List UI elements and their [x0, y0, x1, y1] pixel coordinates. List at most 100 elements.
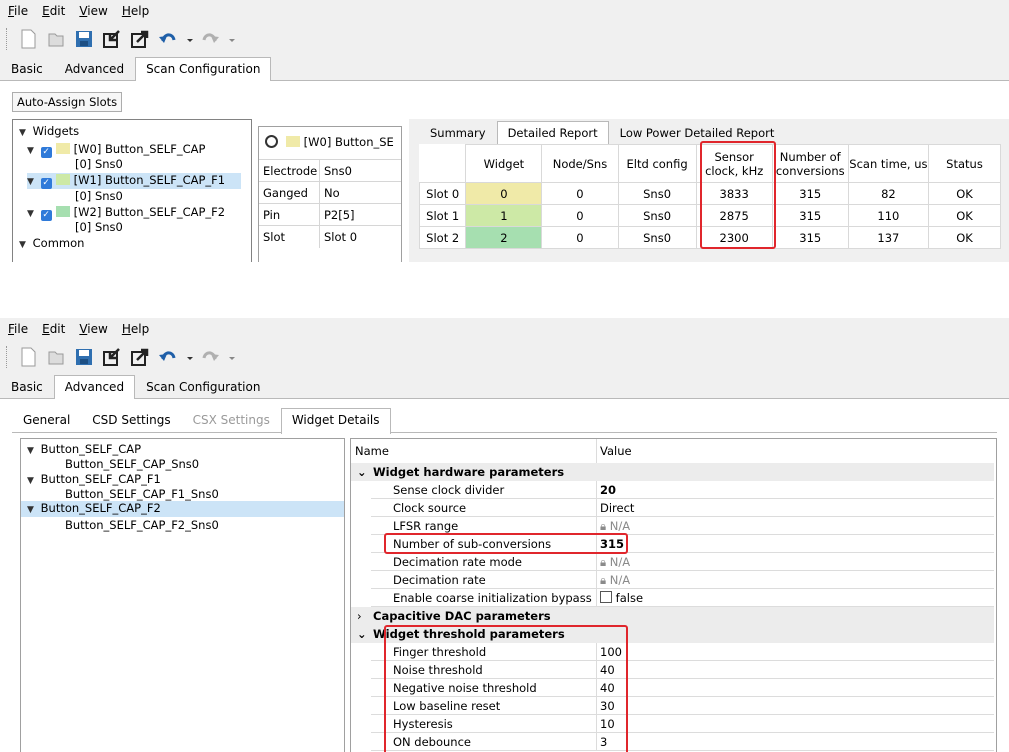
undo-icon[interactable]: [156, 345, 180, 369]
group-threshold[interactable]: ⌄ Widget threshold parameters: [351, 625, 994, 643]
tab-csx-settings[interactable]: CSX Settings: [182, 408, 281, 432]
undo-dropdown-icon[interactable]: [184, 345, 194, 369]
tree-w1-sns[interactable]: [0] Sns0: [75, 189, 123, 203]
param-row[interactable]: Sense clock divider 20: [351, 481, 994, 499]
tree-w0-sns[interactable]: [0] Sns0: [75, 157, 123, 171]
tree-subitem[interactable]: Button_SELF_CAP_F2_Sns0: [65, 518, 219, 532]
menu-file[interactable]: File: [8, 322, 28, 336]
tree-subitem[interactable]: Button_SELF_CAP_Sns0: [65, 457, 199, 471]
param-value[interactable]: 30: [596, 697, 996, 715]
param-row[interactable]: Number of sub-conversions 315: [351, 535, 994, 553]
param-row[interactable]: Finger threshold 100: [351, 643, 994, 661]
radio-icon[interactable]: [265, 135, 278, 148]
checkbox-checked-icon[interactable]: ✓: [40, 210, 52, 221]
tab-widget-details[interactable]: Widget Details: [280, 408, 391, 434]
redo-dropdown-icon[interactable]: [226, 345, 236, 369]
param-row[interactable]: Hysteresis 10: [351, 715, 994, 733]
param-row[interactable]: Clock source Direct: [351, 499, 994, 517]
tab-detailed-report[interactable]: Detailed Report: [496, 121, 609, 144]
prop-value[interactable]: Sns0: [319, 160, 352, 182]
param-row[interactable]: Enable coarse initialization bypass fals…: [351, 589, 994, 607]
menu-edit[interactable]: Edit: [42, 4, 65, 18]
param-value[interactable]: 10: [596, 715, 996, 733]
auto-assign-slots-button[interactable]: Auto-Assign Slots: [12, 92, 123, 112]
param-value[interactable]: 40: [596, 661, 996, 679]
widget-cell[interactable]: 0: [465, 182, 543, 205]
checkbox-unchecked-icon[interactable]: [600, 591, 612, 603]
tree-w1[interactable]: ▼ ✓ [W1] Button_SELF_CAP_F1: [27, 173, 241, 189]
redo-icon[interactable]: [198, 27, 222, 51]
col-header: Eltd config: [617, 144, 697, 183]
undo-icon[interactable]: [156, 27, 180, 51]
widget-cell[interactable]: 2: [465, 226, 543, 249]
menu-help[interactable]: Help: [122, 4, 149, 18]
tab-scan-configuration[interactable]: Scan Configuration: [135, 375, 271, 399]
param-value[interactable]: 20: [596, 481, 996, 499]
undo-dropdown-icon[interactable]: [184, 27, 194, 51]
tab-scan-configuration[interactable]: Scan Configuration: [135, 57, 272, 83]
checkbox-checked-icon[interactable]: ✓: [40, 178, 52, 189]
tree-subitem[interactable]: Button_SELF_CAP_F1_Sns0: [65, 487, 219, 501]
param-value[interactable]: Direct: [596, 499, 996, 517]
table-row[interactable]: Slot 2 2 0 Sns0 2300 315 137 OK: [418, 226, 1001, 249]
redo-icon[interactable]: [198, 345, 222, 369]
param-row[interactable]: Low baseline reset 30: [351, 697, 994, 715]
group-hardware[interactable]: ⌄ Widget hardware parameters: [351, 463, 994, 481]
main-tabs: Basic Advanced Scan Configuration: [0, 374, 1009, 401]
table-row[interactable]: Slot 0 0 0 Sns0 3833 315 82 OK: [418, 182, 1001, 205]
export-icon[interactable]: [128, 27, 152, 51]
new-icon[interactable]: [16, 27, 40, 51]
param-value[interactable]: 40: [596, 679, 996, 697]
widget-cell[interactable]: 1: [465, 204, 543, 227]
tab-advanced[interactable]: Advanced: [54, 57, 135, 81]
tree-common[interactable]: ▼ Common: [19, 236, 84, 250]
tab-csd-settings[interactable]: CSD Settings: [81, 408, 181, 432]
tab-general[interactable]: General: [12, 408, 81, 432]
param-row[interactable]: ON debounce 3: [351, 733, 994, 751]
param-value[interactable]: 100: [596, 643, 996, 661]
open-icon[interactable]: [44, 27, 68, 51]
prop-value[interactable]: Slot 0: [319, 226, 357, 248]
param-value-locked: 🔒︎ N/A: [596, 517, 996, 535]
tree-item[interactable]: ▼ Button_SELF_CAP_F1: [27, 472, 161, 486]
menu-view[interactable]: View: [79, 322, 107, 336]
menu-view[interactable]: View: [79, 4, 107, 18]
save-icon[interactable]: [72, 27, 96, 51]
tree-w2-sns[interactable]: [0] Sns0: [75, 220, 123, 234]
prop-value[interactable]: No: [319, 182, 340, 204]
tab-summary[interactable]: Summary: [419, 121, 497, 144]
open-icon[interactable]: [44, 345, 68, 369]
tree-widgets[interactable]: ▼ Widgets: [19, 124, 79, 138]
menu-help[interactable]: Help: [122, 322, 149, 336]
export-icon[interactable]: [128, 345, 152, 369]
import-icon[interactable]: [100, 27, 124, 51]
new-icon[interactable]: [16, 345, 40, 369]
param-row[interactable]: Negative noise threshold 40: [351, 679, 994, 697]
tab-low-power-detailed-report[interactable]: Low Power Detailed Report: [609, 121, 786, 144]
param-row[interactable]: Noise threshold 40: [351, 661, 994, 679]
param-value[interactable]: 3: [596, 733, 996, 751]
import-icon[interactable]: [100, 345, 124, 369]
tree-w2[interactable]: ▼ ✓ [W2] Button_SELF_CAP_F2: [27, 205, 225, 221]
prop-value[interactable]: P2[5]: [319, 204, 355, 226]
tab-basic[interactable]: Basic: [0, 57, 54, 81]
param-row[interactable]: LFSR range 🔒︎ N/A: [351, 517, 994, 535]
param-row[interactable]: Decimation rate 🔒︎ N/A: [351, 571, 994, 589]
tree-item[interactable]: ▼ Button_SELF_CAP: [27, 442, 141, 456]
table-row[interactable]: Slot 1 1 0 Sns0 2875 315 110 OK: [418, 204, 1001, 227]
tree-w0[interactable]: ▼ ✓ [W0] Button_SELF_CAP: [27, 142, 205, 158]
tree-item-selected[interactable]: ▼ Button_SELF_CAP_F2: [21, 501, 344, 517]
tab-basic[interactable]: Basic: [0, 375, 54, 399]
save-icon[interactable]: [72, 345, 96, 369]
lock-icon: 🔒︎: [600, 573, 607, 587]
param-row[interactable]: Decimation rate mode 🔒︎ N/A: [351, 553, 994, 571]
menu-file[interactable]: File: [8, 4, 28, 18]
group-dac[interactable]: › Capacitive DAC parameters: [351, 607, 994, 625]
eltd-cell: Sns0: [617, 204, 697, 227]
menu-edit[interactable]: Edit: [42, 322, 65, 336]
param-value-checkbox[interactable]: false: [596, 589, 996, 607]
tab-advanced[interactable]: Advanced: [53, 375, 136, 401]
param-value[interactable]: 315: [596, 535, 996, 553]
checkbox-checked-icon[interactable]: ✓: [40, 147, 52, 158]
redo-dropdown-icon[interactable]: [226, 27, 236, 51]
